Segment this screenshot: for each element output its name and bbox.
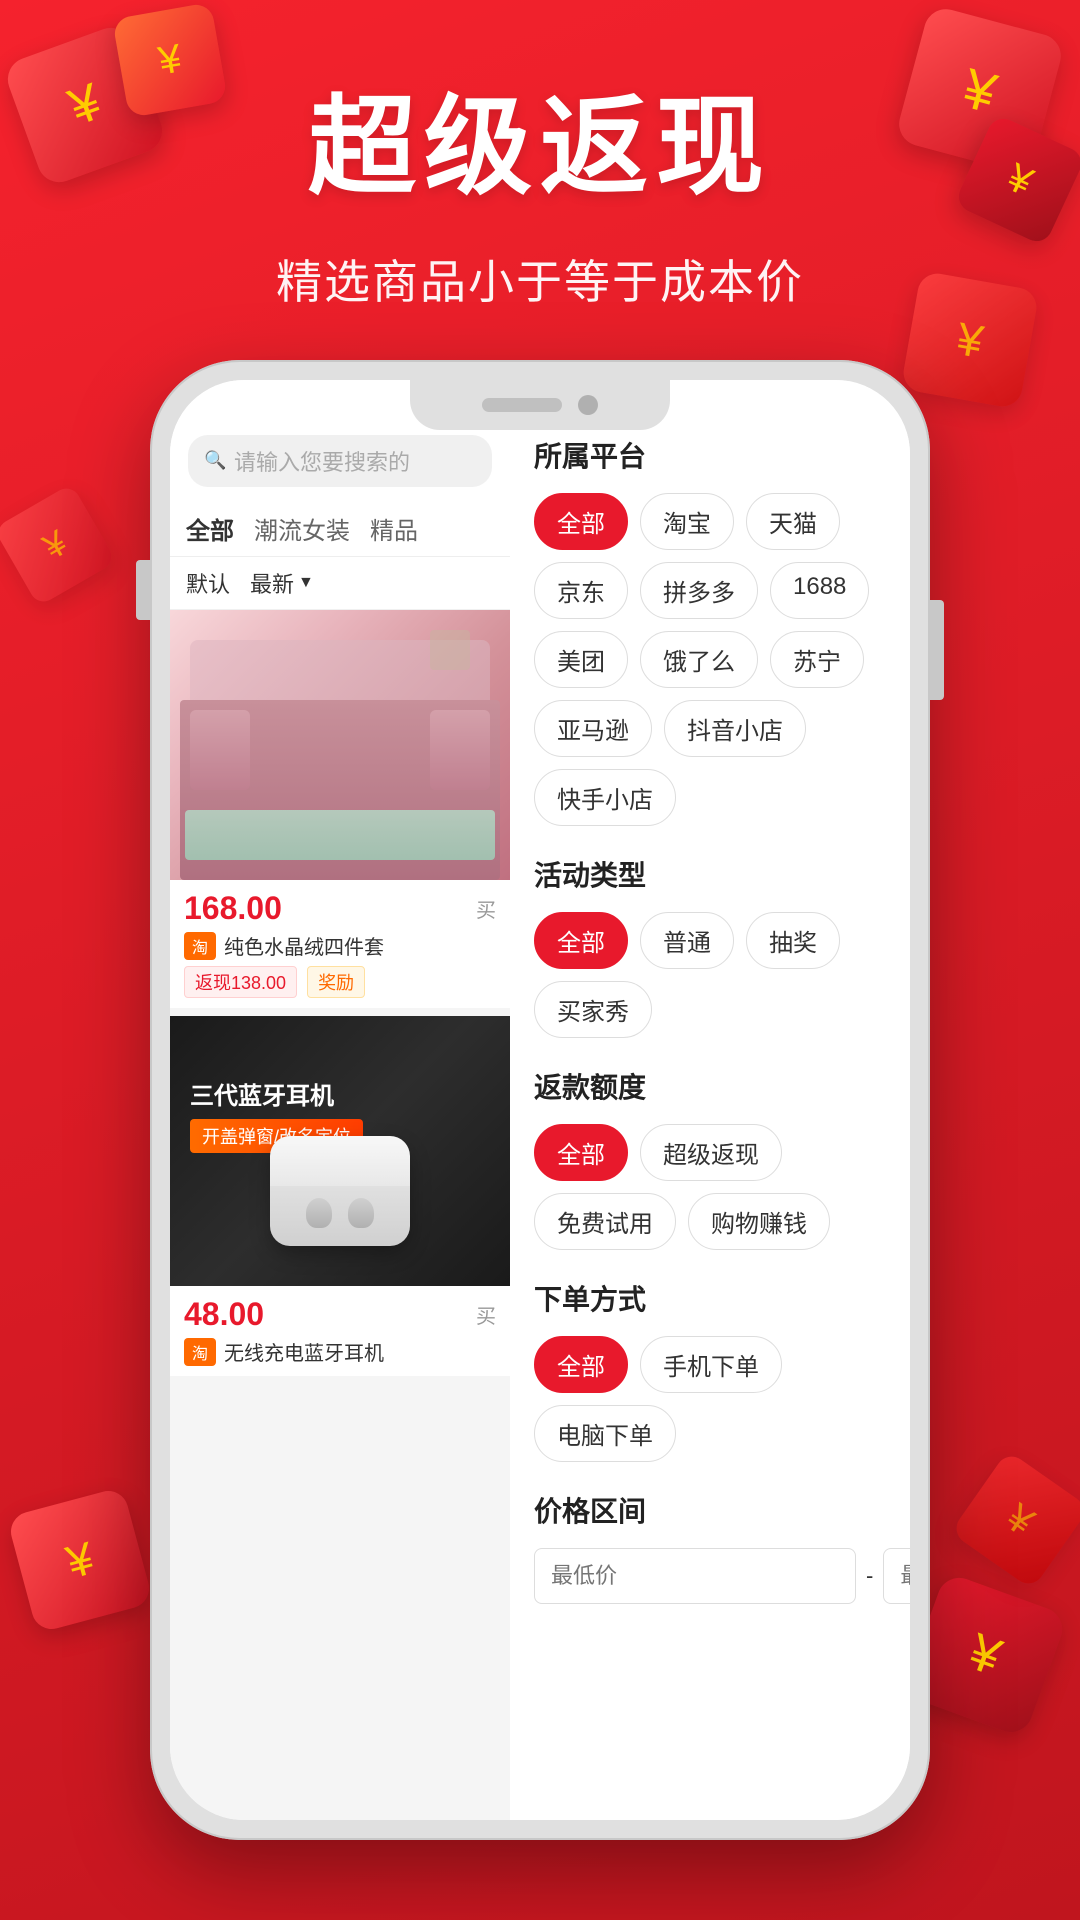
cashback-tag-1: 返现138.00 xyxy=(184,966,297,998)
phone-notch xyxy=(410,380,670,430)
filter-cashback: 返款额度 全部 超级返现 免费试用 购物赚钱 xyxy=(534,1066,886,1250)
product-title-row-1: 淘 纯色水晶绒四件套 xyxy=(184,931,496,960)
price-max-input[interactable] xyxy=(883,1548,910,1604)
search-input-box[interactable]: 🔍 请输入您要搜索的 xyxy=(188,435,492,487)
product-list: 168.00 买 淘 纯色水晶绒四件套 返现138.00 奖励 xyxy=(170,610,510,1820)
search-placeholder: 请输入您要搜索的 xyxy=(234,445,410,477)
filter-cashback-tags: 全部 超级返现 免费试用 购物赚钱 xyxy=(534,1124,886,1250)
platform-tag-taobao[interactable]: 淘宝 xyxy=(640,493,734,550)
product-info-2: 48.00 买 淘 无线充电蓝牙耳机 xyxy=(170,1286,510,1376)
page-subtitle: 精选商品小于等于成本价 xyxy=(0,246,1080,312)
product-name-2: 无线充电蓝牙耳机 xyxy=(224,1337,384,1366)
filter-price-title: 价格区间 xyxy=(534,1490,886,1530)
product-card-2[interactable]: 三代蓝牙耳机 开盖弹窗/改名定位 xyxy=(170,1016,510,1376)
order-tag-mobile[interactable]: 手机下单 xyxy=(640,1336,782,1393)
filter-cashback-title: 返款额度 xyxy=(534,1066,886,1106)
platform-badge-1: 淘 xyxy=(184,932,216,960)
bed-image xyxy=(170,610,510,880)
price-min-input[interactable] xyxy=(534,1548,856,1604)
product-card-1[interactable]: 168.00 买 淘 纯色水晶绒四件套 返现138.00 奖励 xyxy=(170,610,510,1008)
notch-camera xyxy=(578,395,598,415)
platform-tag-meituan[interactable]: 美团 xyxy=(534,631,628,688)
platform-tag-suning[interactable]: 苏宁 xyxy=(770,631,864,688)
product-info-1: 168.00 买 淘 纯色水晶绒四件套 返现138.00 奖励 xyxy=(170,880,510,1008)
price-range-inputs: - xyxy=(534,1548,886,1604)
cat-tab-all[interactable]: 全部 xyxy=(186,511,234,546)
price-dash: - xyxy=(866,1563,873,1589)
order-tag-pc[interactable]: 电脑下单 xyxy=(534,1405,676,1462)
earphone-image: 三代蓝牙耳机 开盖弹窗/改名定位 xyxy=(170,1016,510,1286)
earphone-lid xyxy=(270,1136,410,1186)
phone-button-left xyxy=(136,560,150,620)
product-action-1: 买 xyxy=(476,894,496,923)
product-action-2: 买 xyxy=(476,1300,496,1329)
phone-button-right xyxy=(930,600,944,700)
earphone-title-text: 三代蓝牙耳机 xyxy=(190,1076,363,1111)
cashback-tag-earn[interactable]: 购物赚钱 xyxy=(688,1193,830,1250)
filter-platform: 所属平台 全部 淘宝 天猫 京东 拼多多 1688 美团 饿了么 苏宁 亚马逊 xyxy=(534,435,886,826)
phone-screen: 🔍 请输入您要搜索的 全部 潮流女装 精品 默认 最新 xyxy=(170,380,910,1820)
activity-tag-all[interactable]: 全部 xyxy=(534,912,628,969)
cat-tab-fashion[interactable]: 潮流女装 xyxy=(254,511,350,546)
page-title: 超级返现 xyxy=(0,60,1080,216)
platform-tag-1688[interactable]: 1688 xyxy=(770,562,869,619)
activity-tag-buyshow[interactable]: 买家秀 xyxy=(534,981,652,1038)
earphone-case xyxy=(270,1136,410,1246)
filter-order-tags: 全部 手机下单 电脑下单 xyxy=(534,1336,886,1462)
product-image-2: 三代蓝牙耳机 开盖弹窗/改名定位 xyxy=(170,1016,510,1286)
cashback-tag-super[interactable]: 超级返现 xyxy=(640,1124,782,1181)
sort-newest-label: 最新 xyxy=(250,567,294,599)
product-image-1 xyxy=(170,610,510,880)
cashback-row-1: 返现138.00 奖励 xyxy=(184,966,496,998)
sort-default[interactable]: 默认 xyxy=(186,567,230,599)
header: 超级返现 精选商品小于等于成本价 xyxy=(0,60,1080,312)
filter-activity-title: 活动类型 xyxy=(534,854,886,894)
product-title-row-2: 淘 无线充电蓝牙耳机 xyxy=(184,1337,496,1366)
platform-tag-douyin[interactable]: 抖音小店 xyxy=(664,700,806,757)
filter-order-title: 下单方式 xyxy=(534,1278,886,1318)
platform-tag-eleme[interactable]: 饿了么 xyxy=(640,631,758,688)
activity-tag-lottery[interactable]: 抽奖 xyxy=(746,912,840,969)
filter-activity: 活动类型 全部 普通 抽奖 买家秀 xyxy=(534,854,886,1038)
product-price-1: 168.00 xyxy=(184,890,282,927)
product-price-2: 48.00 xyxy=(184,1296,264,1333)
filter-activity-tags: 全部 普通 抽奖 买家秀 xyxy=(534,912,886,1038)
platform-tag-tianmao[interactable]: 天猫 xyxy=(746,493,840,550)
app-content: 🔍 请输入您要搜索的 全部 潮流女装 精品 默认 最新 xyxy=(170,380,910,1820)
filter-price: 价格区间 - xyxy=(534,1490,886,1604)
sort-newest[interactable]: 最新 ▼ xyxy=(250,567,314,599)
sort-bar: 默认 最新 ▼ xyxy=(170,557,510,610)
earphone-body xyxy=(270,1186,410,1246)
cashback-tag-free[interactable]: 免费试用 xyxy=(534,1193,676,1250)
filter-platform-tags: 全部 淘宝 天猫 京东 拼多多 1688 美团 饿了么 苏宁 亚马逊 抖音小店 … xyxy=(534,493,886,826)
platform-tag-all[interactable]: 全部 xyxy=(534,493,628,550)
order-tag-all[interactable]: 全部 xyxy=(534,1336,628,1393)
cat-tab-quality[interactable]: 精品 xyxy=(370,511,418,546)
filter-panel[interactable]: 所属平台 全部 淘宝 天猫 京东 拼多多 1688 美团 饿了么 苏宁 亚马逊 xyxy=(510,380,910,1820)
filter-order-method: 下单方式 全部 手机下单 电脑下单 xyxy=(534,1278,886,1462)
search-icon: 🔍 xyxy=(204,450,226,472)
phone-mockup: 🔍 请输入您要搜索的 全部 潮流女装 精品 默认 最新 xyxy=(150,360,930,1840)
phone-outer: 🔍 请输入您要搜索的 全部 潮流女装 精品 默认 最新 xyxy=(150,360,930,1840)
left-panel: 🔍 请输入您要搜索的 全部 潮流女装 精品 默认 最新 xyxy=(170,380,510,1820)
product-name-1: 纯色水晶绒四件套 xyxy=(224,931,384,960)
cashback-tag-all[interactable]: 全部 xyxy=(534,1124,628,1181)
activity-tag-normal[interactable]: 普通 xyxy=(640,912,734,969)
earphone-case-image xyxy=(250,1136,430,1276)
sort-arrow-icon: ▼ xyxy=(298,574,314,592)
notch-pill xyxy=(482,398,562,412)
filter-platform-title: 所属平台 xyxy=(534,435,886,475)
platform-tag-pdd[interactable]: 拼多多 xyxy=(640,562,758,619)
category-tabs: 全部 潮流女装 精品 xyxy=(170,501,510,557)
platform-badge-2: 淘 xyxy=(184,1338,216,1366)
platform-tag-kuaishou[interactable]: 快手小店 xyxy=(534,769,676,826)
reward-tag-1: 奖励 xyxy=(307,966,365,998)
platform-tag-jd[interactable]: 京东 xyxy=(534,562,628,619)
platform-tag-amazon[interactable]: 亚马逊 xyxy=(534,700,652,757)
